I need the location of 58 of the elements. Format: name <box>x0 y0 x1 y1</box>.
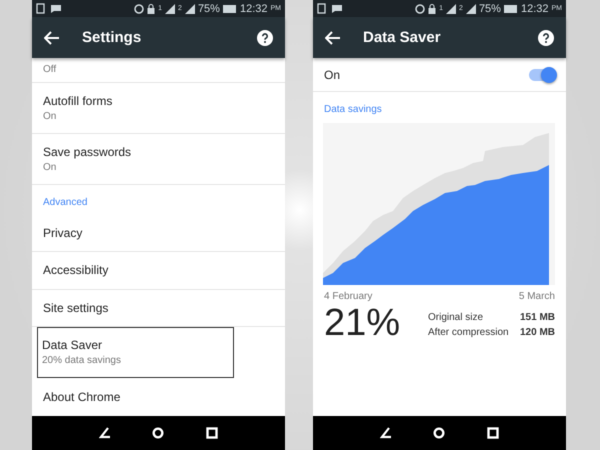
sim-card-icon <box>317 3 328 14</box>
setting-title: Data Saver <box>42 338 104 352</box>
end-date: 5 March <box>518 291 555 302</box>
stat-label: Original size <box>428 312 484 323</box>
data-saver-row[interactable]: On <box>313 58 566 92</box>
setting-title: Autofill forms <box>43 94 114 108</box>
sim-card-icon <box>36 3 47 14</box>
back-arrow-icon[interactable] <box>325 30 341 44</box>
recents-nav-icon[interactable] <box>206 427 218 439</box>
signal-icon <box>184 4 195 14</box>
back-nav-icon[interactable] <box>98 427 111 439</box>
settings-item[interactable]: Accessibility <box>32 252 285 290</box>
settings-item[interactable]: Autofill forms On <box>32 82 285 134</box>
screen-title: Settings <box>82 29 142 46</box>
setting-value: 20% data savings <box>42 355 122 366</box>
clock-time: 12:32 <box>240 2 268 14</box>
clock-time: 12:32 <box>520 2 548 14</box>
setting-title: Save passwords <box>43 145 132 160</box>
settings-item[interactable]: Privacy <box>32 214 285 252</box>
settings-item[interactable]: About Chrome <box>32 378 285 416</box>
home-nav-icon[interactable] <box>433 427 446 439</box>
help-icon[interactable] <box>257 30 273 46</box>
battery-percent: 75% <box>478 2 501 14</box>
signal-icon <box>446 4 456 14</box>
settings-item[interactable]: Data Saver 20% data savings <box>37 327 234 378</box>
settings-item[interactable]: Site settings <box>32 290 285 328</box>
setting-value: On <box>43 110 58 122</box>
start-date: 4 February <box>324 291 372 302</box>
setting-title: Privacy <box>43 226 84 240</box>
settings-item[interactable]: Save passwords On <box>32 134 285 186</box>
stat-label: After compression <box>428 327 509 338</box>
chat-icon <box>331 3 343 14</box>
setting-title: About Chrome <box>43 390 122 404</box>
screen-title: Data Saver <box>363 29 442 46</box>
toggle-label: On <box>324 68 340 82</box>
stat-value: 151 MB <box>520 312 555 323</box>
setting-title: Accessibility <box>43 263 110 278</box>
battery-percent: 75% <box>198 2 220 14</box>
section-header: Advanced <box>43 197 88 208</box>
setting-value: Off <box>43 64 56 76</box>
setting-title: Site settings <box>43 300 110 315</box>
chat-icon <box>50 3 62 14</box>
signal-icon <box>165 4 176 14</box>
setting-value: On <box>43 162 58 174</box>
battery-icon <box>222 4 237 12</box>
back-arrow-icon[interactable] <box>44 30 60 44</box>
signal-icon <box>466 4 476 14</box>
savings-percent: 21% <box>324 302 402 345</box>
back-nav-icon[interactable] <box>380 427 392 439</box>
lock-icon <box>147 4 156 14</box>
section-header: Data savings <box>324 104 382 115</box>
stat-value: 120 MB <box>520 327 555 338</box>
recents-nav-icon[interactable] <box>487 427 500 439</box>
battery-icon <box>504 4 518 12</box>
help-icon[interactable] <box>538 30 554 46</box>
home-nav-icon[interactable] <box>152 427 164 439</box>
toggle-switch[interactable] <box>529 68 555 80</box>
lock-icon <box>428 4 436 14</box>
